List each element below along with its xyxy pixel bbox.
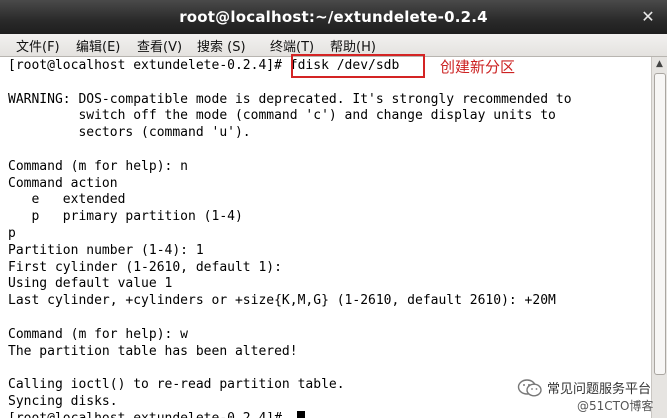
watermark-subtitle: @51CTO博客 xyxy=(577,399,654,413)
terminal-line: First cylinder (1-2610, default 1): xyxy=(8,259,282,275)
title-bar[interactable]: root@localhost:~/extundelete-0.2.4 ✕ xyxy=(0,0,667,35)
terminal-line: Partition number (1-4): 1 xyxy=(8,242,204,258)
vertical-scrollbar[interactable]: ▲ xyxy=(651,57,667,418)
terminal-line: switch off the mode (command 'c') and ch… xyxy=(8,108,556,124)
terminal-line: Calling ioctl() to re-read partition tab… xyxy=(8,377,345,393)
terminal-line: p primary partition (1-4) xyxy=(8,209,243,225)
terminal-output[interactable]: [root@localhost extundelete-0.2.4]# fdis… xyxy=(0,57,652,418)
close-icon[interactable]: ✕ xyxy=(637,7,659,27)
terminal-line: Command (m for help): n xyxy=(8,158,189,174)
menu-view[interactable]: 查看(V) xyxy=(137,36,182,55)
menu-edit[interactable]: 编辑(E) xyxy=(76,36,120,55)
terminal-line: Command (m for help): w xyxy=(8,326,189,342)
command-highlight-box xyxy=(291,54,425,78)
terminal-cursor xyxy=(297,411,305,418)
scrollbar-thumb[interactable] xyxy=(654,73,666,375)
scroll-up-icon[interactable]: ▲ xyxy=(652,57,667,71)
terminal-line: sectors (command 'u'). xyxy=(8,125,251,141)
menu-file[interactable]: 文件(F) xyxy=(16,36,60,55)
terminal-line: The partition table has been altered! xyxy=(8,343,298,359)
terminal-window: root@localhost:~/extundelete-0.2.4 ✕ 文件(… xyxy=(0,0,667,418)
terminal-line: Syncing disks. xyxy=(8,394,118,409)
watermark: 常见问题服务平台 @51CTO博客 xyxy=(517,376,667,418)
terminal-line: e extended xyxy=(8,192,126,208)
terminal-line: Command action xyxy=(8,175,118,191)
terminal-line: [root@localhost extundelete-0.2.4]# xyxy=(8,410,290,418)
menu-help[interactable]: 帮助(H) xyxy=(330,36,376,55)
terminal-line: WARNING: DOS-compatible mode is deprecat… xyxy=(8,91,572,107)
wechat-icon xyxy=(517,379,542,397)
annotation-label: 创建新分区 xyxy=(440,58,516,76)
terminal-line: Last cylinder, +cylinders or +size{K,M,G… xyxy=(8,293,556,309)
terminal-line: Using default value 1 xyxy=(8,276,173,292)
watermark-title: 常见问题服务平台 xyxy=(547,382,652,397)
terminal-line: p xyxy=(8,226,16,241)
menu-terminal[interactable]: 终端(T) xyxy=(270,36,314,55)
menu-search[interactable]: 搜索 (S) xyxy=(197,36,246,55)
window-title: root@localhost:~/extundelete-0.2.4 xyxy=(179,8,488,26)
